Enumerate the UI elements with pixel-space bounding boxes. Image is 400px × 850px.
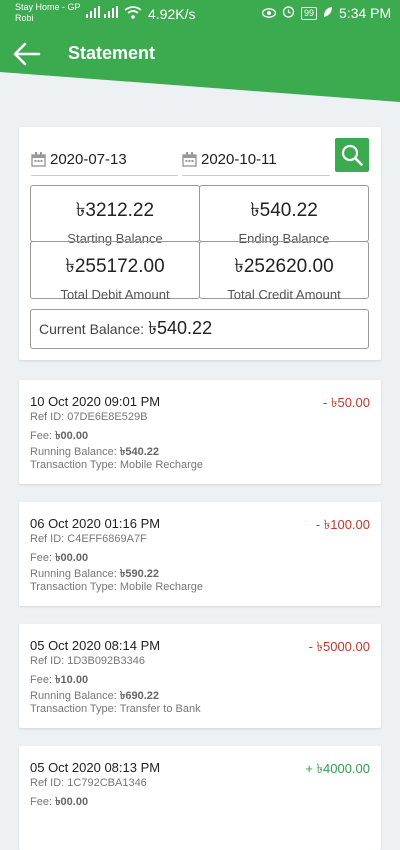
leaf-icon <box>323 5 333 21</box>
carrier-info: Stay Home - GP Robi <box>15 2 81 24</box>
status-bar: Stay Home - GP Robi 4.92K/s 99 5:34 PM <box>0 0 400 28</box>
transaction-amount: - ৳50.00 <box>323 395 370 410</box>
status-right: 99 5:34 PM <box>261 5 392 21</box>
back-button[interactable] <box>12 40 42 68</box>
clock-time: 5:34 PM <box>339 5 392 21</box>
from-date-field[interactable]: 2020-07-13 <box>31 143 178 176</box>
search-button[interactable] <box>335 138 369 172</box>
transaction-datetime: 05 Oct 2020 08:14 PM <box>30 638 161 653</box>
transaction-type: Transaction Type: Mobile Recharge <box>30 459 204 471</box>
carrier-line-2: Robi <box>15 13 34 23</box>
carrier-line-1: Stay Home - GP <box>15 2 81 12</box>
transaction-type: Transaction Type: Mobile Recharge <box>30 581 204 593</box>
total-credit-label: Total Credit Amount <box>227 287 341 302</box>
transaction-fee: Fee: ৳00.00 <box>30 796 89 808</box>
current-balance-label: Current Balance: <box>39 321 145 337</box>
ending-balance-box: ৳540.22 Ending Balance <box>199 185 369 246</box>
total-debit-box: ৳255172.00 Total Debit Amount <box>30 241 200 302</box>
transaction-datetime: 10 Oct 2020 09:01 PM <box>30 394 161 409</box>
arrow-left-icon <box>13 42 41 66</box>
starting-balance-box: ৳3212.22 Starting Balance <box>30 185 200 246</box>
current-balance-value: ৳540.22 <box>148 317 213 338</box>
eye-icon <box>261 5 277 21</box>
to-date-value: 2020-10-11 <box>201 150 277 168</box>
search-icon <box>341 144 363 166</box>
total-debit-label: Total Debit Amount <box>60 287 170 302</box>
transaction-ref: Ref ID: 07DE6E8E529B <box>30 411 148 423</box>
total-credit-value: ৳252620.00 <box>234 256 334 277</box>
from-date-value: 2020-07-13 <box>50 150 127 168</box>
transaction-amount: - ৳5000.00 <box>308 639 370 654</box>
battery-indicator: 99 <box>301 6 318 20</box>
transaction-datetime: 05 Oct 2020 08:13 PM <box>30 760 161 775</box>
alarm-icon <box>282 5 295 21</box>
starting-balance-value: ৳3212.22 <box>75 200 155 221</box>
ending-balance-value: ৳540.22 <box>250 200 318 221</box>
transaction-card[interactable]: 05 Oct 2020 08:14 PM - ৳5000.00 Ref ID: … <box>19 624 381 728</box>
page-title: Statement <box>68 43 156 63</box>
calendar-icon <box>31 151 46 167</box>
total-credit-box: ৳252620.00 Total Credit Amount <box>199 241 369 302</box>
calendar-icon <box>182 151 197 167</box>
transaction-ref: Ref ID: 1C792CBA1346 <box>30 777 147 789</box>
network-speed: 4.92K/s <box>148 6 196 22</box>
total-debit-value: ৳255172.00 <box>65 256 165 277</box>
signal-icon <box>86 6 100 18</box>
signal-icon-2 <box>104 6 118 18</box>
transaction-amount: - ৳100.00 <box>315 517 370 532</box>
transaction-card[interactable]: 06 Oct 2020 01:16 PM - ৳100.00 Ref ID: C… <box>19 502 381 606</box>
current-balance-box: Current Balance: ৳540.22 <box>30 309 369 349</box>
transaction-amount: + ৳4000.00 <box>305 761 370 776</box>
transaction-datetime: 06 Oct 2020 01:16 PM <box>30 516 161 531</box>
transaction-card[interactable]: 05 Oct 2020 08:13 PM + ৳4000.00 Ref ID: … <box>19 746 381 850</box>
transaction-ref: Ref ID: 1D3B092B3346 <box>30 655 145 667</box>
to-date-field[interactable]: 2020-10-11 <box>182 143 330 176</box>
transaction-type: Transaction Type: Transfer to Bank <box>30 703 201 715</box>
transaction-card[interactable]: 10 Oct 2020 09:01 PM - ৳50.00 Ref ID: 07… <box>19 380 381 484</box>
wifi-icon <box>124 6 142 19</box>
transaction-ref: Ref ID: C4EFF6869A7F <box>30 533 147 545</box>
